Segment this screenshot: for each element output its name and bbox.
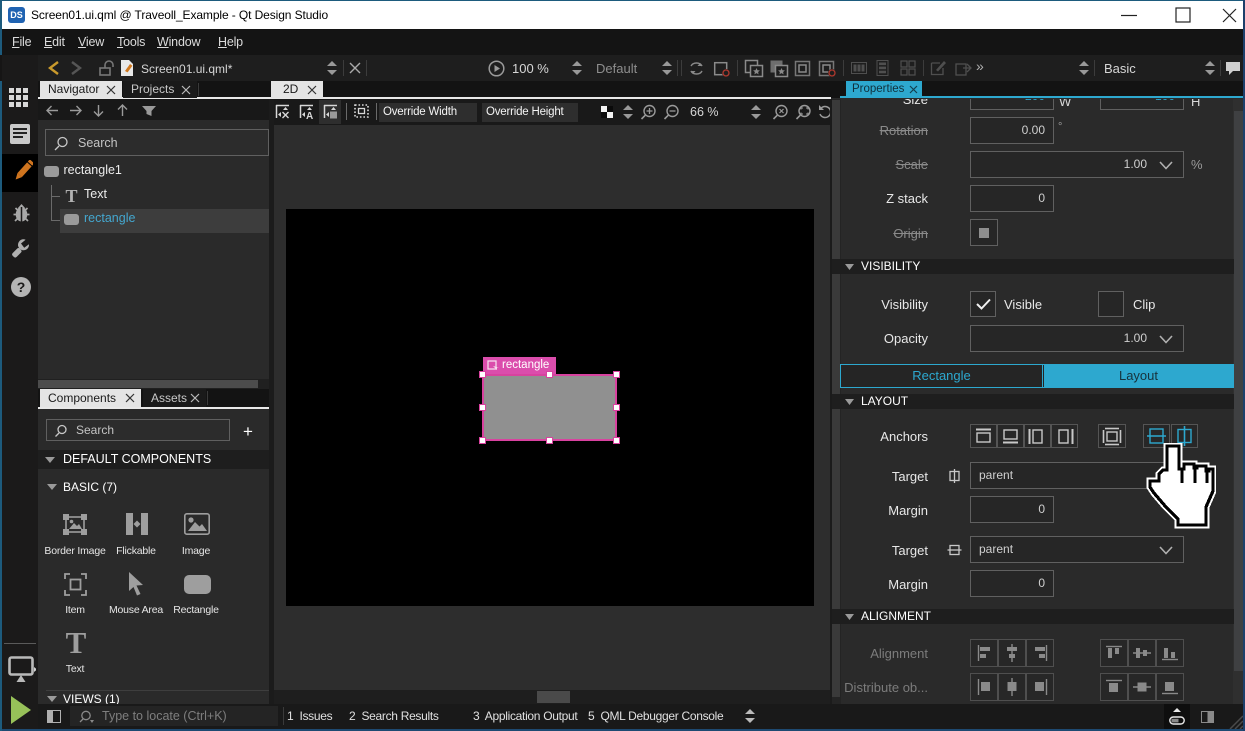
svg-text:?: ? xyxy=(17,279,26,295)
svg-text:A: A xyxy=(306,111,313,120)
